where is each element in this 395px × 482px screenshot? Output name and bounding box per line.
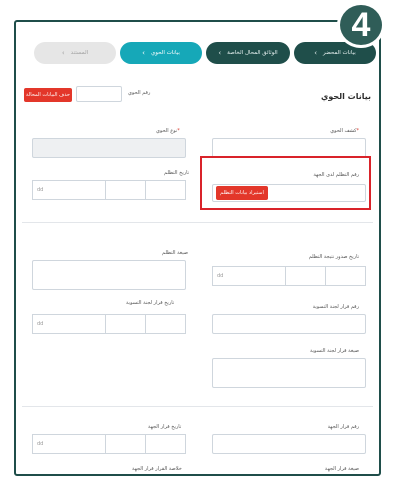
appeal-subject-label: صيغة التظلم [162, 250, 188, 256]
date-month-seg[interactable] [106, 434, 146, 454]
highlight-box [200, 156, 371, 210]
complaint-kind-select[interactable] [32, 138, 186, 158]
step-number-badge: 4 [337, 2, 385, 48]
complaint-kind-label: نوع الحوي* [156, 128, 180, 134]
chevron-left-icon: ‹ [314, 49, 318, 57]
appeal-subject-input[interactable] [32, 260, 186, 290]
date-year-seg[interactable] [146, 434, 186, 454]
date-day-seg[interactable]: dd [32, 180, 106, 200]
authority-number-input[interactable] [212, 434, 366, 454]
complaint-type-input[interactable] [212, 138, 366, 158]
settlement-date-picker[interactable]: dd [32, 314, 186, 334]
settlement-text-input[interactable] [212, 358, 366, 388]
date-day-seg[interactable]: dd [32, 434, 106, 454]
step-attachment[interactable]: ‹ المستند [34, 42, 116, 64]
date-month-seg[interactable] [286, 266, 326, 286]
delete-referred-data-button[interactable]: حذف البيانات المحالة [24, 88, 72, 102]
settlement-text-label: صيغة قرار لجنة التسوية [309, 348, 359, 354]
settlement-number-input[interactable] [212, 314, 366, 334]
form-window: ‹ بيانات المحضر ‹ الوثائق المحال الخاصة … [14, 20, 381, 476]
date-year-seg[interactable] [326, 266, 366, 286]
settlement-number-label: رقم قرار لجنة التسوية [312, 304, 359, 310]
authority-summary-label: خلاصة القرار قرار الجهة [132, 466, 182, 472]
wizard-stepper: ‹ بيانات المحضر ‹ الوثائق المحال الخاصة … [22, 42, 376, 64]
settlement-date-label: تاريخ قرار لجنة التسوية [126, 300, 175, 306]
authority-number-label: رقم قرار الجهة [327, 424, 359, 430]
authority-text-label: صيغة قرار الجهة [324, 466, 359, 472]
date-day-seg[interactable]: dd [212, 266, 286, 286]
appeal-date-label: تاريخ التظلم [164, 170, 190, 176]
chevron-left-icon: ‹ [142, 49, 145, 57]
authority-date-picker[interactable]: dd [32, 434, 186, 454]
date-month-seg[interactable] [106, 314, 146, 334]
divider [22, 406, 373, 407]
appeal-result-date-picker[interactable]: dd [212, 266, 366, 286]
appeal-date-picker[interactable]: dd [32, 180, 186, 200]
complaint-type-label: كشف الحوي* [330, 128, 359, 134]
date-year-seg[interactable] [146, 314, 186, 334]
ref-number-label: رقم الحوي [128, 90, 151, 96]
date-year-seg[interactable] [146, 180, 186, 200]
chevron-left-icon: ‹ [61, 49, 65, 57]
authority-date-label: تاريخ قرار الجهة [148, 424, 182, 430]
step-complaint-data[interactable]: ‹ بيانات الحوي [120, 42, 202, 64]
date-month-seg[interactable] [106, 180, 146, 200]
divider [22, 222, 373, 223]
appeal-result-date-label: تاريخ صدور نتيجة التظلم [308, 254, 359, 260]
step-documents[interactable]: ‹ الوثائق المحال الخاصة [206, 42, 290, 64]
section-title: بيانات الحوي [321, 92, 371, 101]
chevron-left-icon: ‹ [218, 49, 222, 57]
ref-number-field[interactable] [76, 86, 122, 102]
date-day-seg[interactable]: dd [32, 314, 106, 334]
